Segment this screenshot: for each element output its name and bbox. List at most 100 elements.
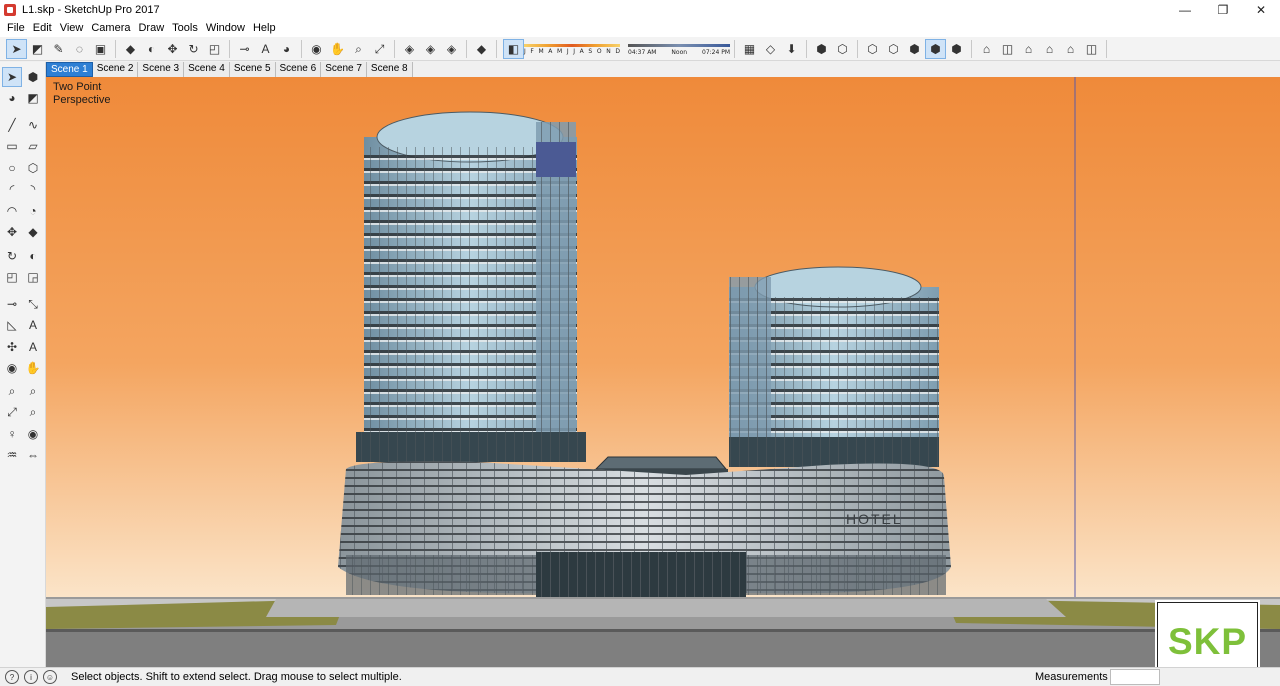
back-edges-style-icon[interactable]: ⬡ xyxy=(832,39,853,59)
section-plane-icon[interactable]: ⇔ xyxy=(23,445,43,465)
section-display-icon[interactable]: ◇ xyxy=(760,39,781,59)
restore-button[interactable]: ❐ xyxy=(1204,0,1242,19)
section-plane-icon[interactable]: ▦ xyxy=(739,39,760,59)
offset-tool-icon[interactable]: ◲ xyxy=(23,267,43,287)
polygon-tool-icon[interactable]: ⬡ xyxy=(23,158,43,178)
right-view-icon[interactable]: ⌂ xyxy=(1039,39,1060,59)
zoom-window-icon[interactable]: ⌕ xyxy=(23,381,43,401)
shadow-toggle-icon[interactable]: ◧ xyxy=(503,38,524,59)
dimension-tool-icon[interactable]: ⤡ xyxy=(23,294,43,314)
scene-tab-6[interactable]: Scene 6 xyxy=(275,62,322,77)
protractor-icon[interactable]: ◺ xyxy=(2,315,22,335)
tape-measure-tool-icon[interactable]: ⊸ xyxy=(234,39,255,59)
3d-text-icon[interactable]: A xyxy=(23,337,43,357)
select-tool-icon[interactable]: ➤ xyxy=(2,67,22,87)
follow-me-icon[interactable]: ◐ xyxy=(23,246,43,266)
modeling-viewport[interactable]: HOTEL Two Point Perspective xyxy=(46,77,1280,667)
rotate-tool-icon[interactable]: ↻ xyxy=(183,39,204,59)
look-around-icon[interactable]: ◉ xyxy=(23,424,43,444)
scale-tool-icon[interactable]: ◰ xyxy=(2,267,22,287)
hidden-line-style-icon[interactable]: ⬡ xyxy=(883,39,904,59)
menu-draw[interactable]: Draw xyxy=(134,19,168,37)
orbit-tool-icon[interactable]: ◉ xyxy=(306,39,327,59)
text-tool-icon[interactable]: A xyxy=(23,315,43,335)
move-tool-icon[interactable]: ✥ xyxy=(162,39,183,59)
shadow-time-slider[interactable]: 04:37 AM Noon 07:24 PM xyxy=(628,39,730,59)
move-tool-icon[interactable]: ✥ xyxy=(2,222,22,242)
rotate-tool-icon[interactable]: ↻ xyxy=(2,246,22,266)
paint-bucket-tool-icon[interactable]: ▣ xyxy=(90,39,111,59)
scale-tool-icon[interactable]: ◰ xyxy=(204,39,225,59)
scene-tab-1[interactable]: Scene 1 xyxy=(46,62,93,77)
walk-icon[interactable]: ♒ xyxy=(2,445,22,465)
follow-me-tool-icon[interactable]: ◐ xyxy=(141,39,162,59)
extension-warehouse-icon[interactable]: ◈ xyxy=(441,39,462,59)
scene-tab-7[interactable]: Scene 7 xyxy=(321,62,367,77)
scene-tab-3[interactable]: Scene 3 xyxy=(138,62,185,77)
orbit-icon[interactable]: ◉ xyxy=(2,358,22,378)
line-tool-icon[interactable]: ╱ xyxy=(2,115,22,135)
front-view-icon[interactable]: ⌂ xyxy=(1018,39,1039,59)
geolocation-icon[interactable]: ? xyxy=(5,670,19,684)
menu-window[interactable]: Window xyxy=(202,19,249,37)
push-pull-icon[interactable]: ◆ xyxy=(23,222,43,242)
eraser-icon[interactable]: ◩ xyxy=(23,88,43,108)
pencil-line-tool-icon[interactable]: ✎ xyxy=(48,39,69,59)
user-icon[interactable]: ☺ xyxy=(43,670,57,684)
scene-tab-8[interactable]: Scene 8 xyxy=(366,62,413,77)
shaded-textures-style-icon[interactable]: ⬢ xyxy=(925,38,946,59)
menu-file[interactable]: File xyxy=(3,19,29,37)
left-view-icon[interactable]: ◫ xyxy=(1081,39,1102,59)
position-camera-icon[interactable]: ♀ xyxy=(2,424,22,444)
eraser-tool-icon[interactable]: ◩ xyxy=(27,39,48,59)
text-tool-icon[interactable]: A xyxy=(255,39,276,59)
scene-tab-5[interactable]: Scene 5 xyxy=(229,62,276,77)
scene-tab-4[interactable]: Scene 4 xyxy=(184,62,230,77)
make-component-icon[interactable]: ⬢ xyxy=(23,67,43,87)
previous-view-icon[interactable]: ⌕ xyxy=(23,402,43,422)
axes-tool-icon[interactable]: ✣ xyxy=(2,337,22,357)
menu-camera[interactable]: Camera xyxy=(87,19,134,37)
zoom-icon[interactable]: ⌕ xyxy=(2,381,22,401)
pan-tool-icon[interactable]: ✋ xyxy=(327,39,348,59)
section-cut-icon[interactable]: ⬇ xyxy=(781,39,802,59)
top-view-icon[interactable]: ◫ xyxy=(997,39,1018,59)
measurements-input[interactable] xyxy=(1110,669,1160,685)
credits-icon[interactable]: i xyxy=(24,670,38,684)
monochrome-style-icon[interactable]: ⬢ xyxy=(946,39,967,59)
menu-help[interactable]: Help xyxy=(249,19,280,37)
wireframe-style-icon[interactable]: ⬡ xyxy=(862,39,883,59)
menu-view[interactable]: View xyxy=(56,19,88,37)
scene-tab-2[interactable]: Scene 2 xyxy=(92,62,139,77)
select-tool-icon[interactable]: ➤ xyxy=(6,38,27,59)
shaded-style-icon[interactable]: ⬢ xyxy=(904,39,925,59)
ruby-console-icon[interactable]: ◆ xyxy=(471,39,492,59)
pan-icon[interactable]: ✋ xyxy=(23,358,43,378)
back-view-icon[interactable]: ⌂ xyxy=(1060,39,1081,59)
three-point-arc-icon[interactable]: ◠ xyxy=(2,201,22,221)
menu-tools[interactable]: Tools xyxy=(168,19,202,37)
circle-tool-icon[interactable]: ○ xyxy=(2,158,22,178)
model-rendering[interactable]: HOTEL xyxy=(46,77,1280,667)
rotated-rectangle-icon[interactable]: ▱ xyxy=(23,136,43,156)
zoom-extents-icon[interactable]: ⤢ xyxy=(2,402,22,422)
iso-view-icon[interactable]: ⌂ xyxy=(976,39,997,59)
push-pull-tool-icon[interactable]: ◆ xyxy=(120,39,141,59)
rectangle-tool-icon[interactable]: ▭ xyxy=(2,136,22,156)
lasso-tool-icon[interactable]: ◌ xyxy=(69,39,90,59)
paint-bucket-icon[interactable]: ◕ xyxy=(2,88,22,108)
close-button[interactable]: ✕ xyxy=(1242,0,1280,19)
tape-measure-icon[interactable]: ⊸ xyxy=(2,294,22,314)
arc-tool-icon[interactable]: ◜ xyxy=(2,179,22,199)
shadow-month-slider[interactable]: JFMAMJJASOND xyxy=(524,39,620,59)
paint-tool-icon[interactable]: ◕ xyxy=(276,39,297,59)
share-model-icon[interactable]: ◈ xyxy=(420,39,441,59)
two-point-arc-icon[interactable]: ◝ xyxy=(23,179,43,199)
pie-tool-icon[interactable]: ◔ xyxy=(23,201,43,221)
zoom-extents-tool-icon[interactable]: ⤢ xyxy=(369,39,390,59)
xray-style-icon[interactable]: ⬢ xyxy=(811,39,832,59)
freehand-tool-icon[interactable]: ∿ xyxy=(23,115,43,135)
3d-warehouse-icon[interactable]: ◈ xyxy=(399,39,420,59)
zoom-tool-icon[interactable]: ⌕ xyxy=(348,39,369,59)
menu-edit[interactable]: Edit xyxy=(29,19,56,37)
